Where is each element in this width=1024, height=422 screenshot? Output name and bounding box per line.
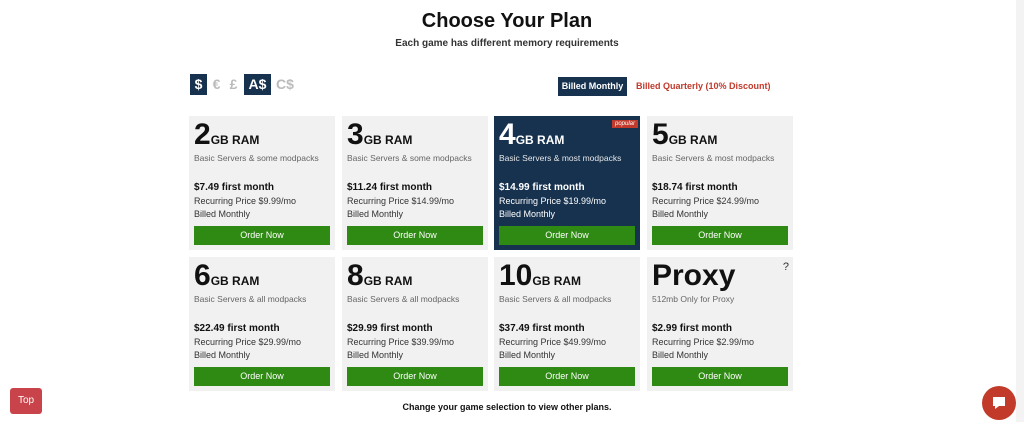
- plan-size: 3GB RAM: [347, 118, 413, 151]
- order-now-button[interactable]: Order Now: [499, 367, 635, 386]
- currency-aud[interactable]: A$: [244, 74, 271, 95]
- plan-first-month-price: $29.99 first month: [347, 323, 433, 334]
- currency-cad[interactable]: C$: [274, 74, 296, 95]
- currency-usd[interactable]: $: [190, 74, 207, 95]
- plan-card-6gb: 6GB RAM Basic Servers & all modpacks $22…: [189, 257, 335, 391]
- plans-footer-note: Change your game selection to view other…: [402, 402, 612, 412]
- plan-first-month-price: $37.49 first month: [499, 323, 585, 334]
- plan-billing-cycle: Billed Monthly: [194, 209, 251, 219]
- plan-description: 512mb Only for Proxy: [652, 294, 735, 304]
- order-now-button[interactable]: Order Now: [194, 226, 330, 245]
- plan-size: 5GB RAM: [652, 118, 718, 151]
- plan-size: 2GB RAM: [194, 118, 260, 151]
- plan-first-month-price: $18.74 first month: [652, 182, 738, 193]
- plan-billing-cycle: Billed Monthly: [499, 350, 556, 360]
- plan-billing-cycle: Billed Monthly: [194, 350, 251, 360]
- order-now-button[interactable]: Order Now: [194, 367, 330, 386]
- plan-first-month-price: $14.99 first month: [499, 182, 585, 193]
- plan-recurring-price: Recurring Price $2.99/mo: [652, 337, 755, 347]
- plan-size: 6GB RAM: [194, 259, 260, 292]
- plan-card-8gb: 8GB RAM Basic Servers & all modpacks $29…: [342, 257, 488, 391]
- plan-first-month-price: $2.99 first month: [652, 323, 733, 334]
- plan-card-10gb: 10GB RAM Basic Servers & all modpacks $3…: [494, 257, 640, 391]
- plan-description: Basic Servers & most modpacks: [652, 153, 775, 163]
- plan-recurring-price: Recurring Price $49.99/mo: [499, 337, 607, 347]
- popular-badge: popular: [611, 120, 638, 128]
- plan-first-month-price: $11.24 first month: [347, 182, 433, 193]
- plan-billing-cycle: Billed Monthly: [347, 209, 404, 219]
- currency-eur[interactable]: €: [210, 74, 223, 95]
- plan-recurring-price: Recurring Price $24.99/mo: [652, 196, 760, 206]
- plan-card-4gb: popular 4GB RAM Basic Servers & most mod…: [494, 116, 640, 250]
- plan-billing-cycle: Billed Monthly: [652, 209, 709, 219]
- order-now-button[interactable]: Order Now: [347, 367, 483, 386]
- plan-description: Basic Servers & most modpacks: [499, 153, 622, 163]
- order-now-button[interactable]: Order Now: [652, 226, 788, 245]
- plan-recurring-price: Recurring Price $19.99/mo: [499, 196, 607, 206]
- currency-gbp[interactable]: £: [227, 74, 240, 95]
- plan-recurring-price: Recurring Price $14.99/mo: [347, 196, 455, 206]
- plan-billing-cycle: Billed Monthly: [347, 350, 404, 360]
- plan-card-5gb: 5GB RAM Basic Servers & most modpacks $1…: [647, 116, 793, 250]
- plan-card-proxy: ? Proxy 512mb Only for Proxy $2.99 first…: [647, 257, 793, 391]
- plan-description: Basic Servers & some modpacks: [194, 153, 319, 163]
- plan-first-month-price: $7.49 first month: [194, 182, 275, 193]
- plan-billing-cycle: Billed Monthly: [499, 209, 556, 219]
- order-now-button[interactable]: Order Now: [499, 226, 635, 245]
- billing-monthly-button[interactable]: Billed Monthly: [558, 77, 627, 96]
- page-subtitle: Each game has different memory requireme…: [395, 38, 619, 49]
- chat-bubble-icon: [993, 397, 1005, 409]
- page-scrollbar[interactable]: [1016, 0, 1024, 422]
- plan-size: 4GB RAM: [499, 118, 565, 151]
- plan-recurring-price: Recurring Price $9.99/mo: [194, 196, 297, 206]
- plan-size: 8GB RAM: [347, 259, 413, 292]
- help-icon[interactable]: ?: [783, 261, 789, 273]
- plan-description: Basic Servers & all modpacks: [347, 294, 460, 304]
- plan-size: 10GB RAM: [499, 259, 582, 292]
- plan-description: Basic Servers & some modpacks: [347, 153, 472, 163]
- plan-billing-cycle: Billed Monthly: [652, 350, 709, 360]
- plan-card-2gb: 2GB RAM Basic Servers & some modpacks $7…: [189, 116, 335, 250]
- plan-size: Proxy: [652, 259, 736, 292]
- plan-description: Basic Servers & all modpacks: [194, 294, 307, 304]
- order-now-button[interactable]: Order Now: [347, 226, 483, 245]
- plan-description: Basic Servers & all modpacks: [499, 294, 612, 304]
- plan-recurring-price: Recurring Price $29.99/mo: [194, 337, 302, 347]
- plan-card-3gb: 3GB RAM Basic Servers & some modpacks $1…: [342, 116, 488, 250]
- order-now-button[interactable]: Order Now: [652, 367, 788, 386]
- page-title: Choose Your Plan: [421, 10, 593, 32]
- plan-first-month-price: $22.49 first month: [194, 323, 280, 334]
- chat-button[interactable]: [982, 386, 1016, 420]
- plan-recurring-price: Recurring Price $39.99/mo: [347, 337, 455, 347]
- billing-quarterly-button[interactable]: Billed Quarterly (10% Discount): [636, 77, 771, 96]
- back-to-top-button[interactable]: Top: [10, 388, 42, 414]
